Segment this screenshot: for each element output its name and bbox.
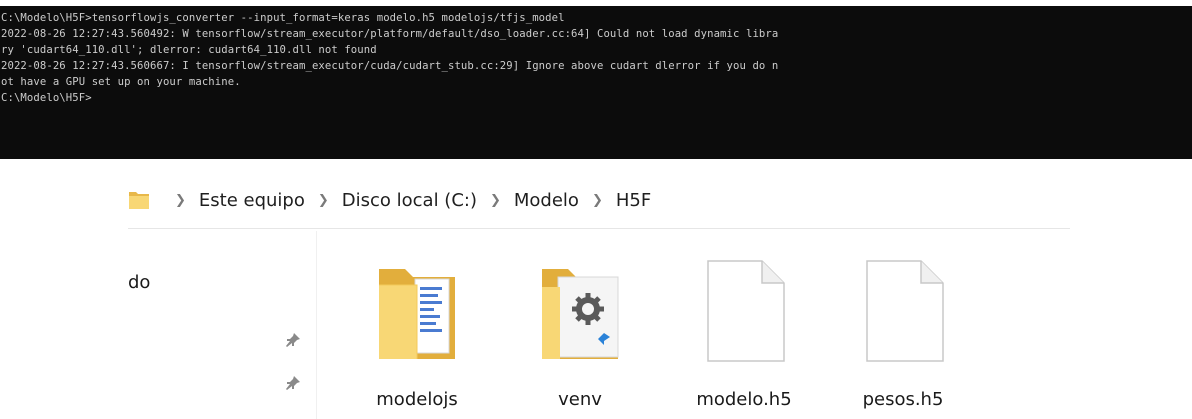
address-bar-divider — [128, 228, 1070, 229]
file-explorer-window: ❯ Este equipo ❯ Disco local (C:) ❯ Model… — [0, 159, 1192, 419]
command-prompt-window[interactable]: C:\Modelo\H5F>tensorflowjs_converter --i… — [0, 6, 1192, 159]
nav-pane-item-label[interactable]: do — [128, 272, 150, 293]
terminal-line: ry 'cudart64_110.dll'; dlerror: cudart64… — [1, 44, 377, 57]
file-name-label: pesos.h5 — [862, 389, 944, 410]
folder-settings-icon — [542, 269, 619, 359]
terminal-line: ot have a GPU set up on your machine. — [1, 76, 241, 89]
breadcrumb-disco-local[interactable]: Disco local (C:) — [340, 188, 479, 213]
file-item-modelo-h5[interactable]: modelo.h5 — [684, 251, 804, 419]
terminal-line: 2022-08-26 12:27:43.560492: W tensorflow… — [1, 28, 779, 41]
chevron-right-icon: ❯ — [175, 192, 186, 208]
pin-icon[interactable] — [284, 331, 302, 349]
cropped-page-text — [0, 0, 1192, 5]
file-item-pesos-h5[interactable]: pesos.h5 — [843, 251, 963, 419]
file-name-label: venv — [558, 389, 602, 410]
file-item-venv[interactable]: venv — [520, 251, 640, 419]
terminal-line: C:\Modelo\H5F>tensorflowjs_converter --i… — [1, 12, 565, 24]
folder-icon — [379, 269, 455, 359]
file-name-label: modelojs — [376, 389, 458, 410]
file-item-modelojs[interactable]: modelojs — [357, 251, 477, 419]
breadcrumb: ❯ Este equipo ❯ Disco local (C:) ❯ Model… — [128, 185, 653, 215]
chevron-right-icon[interactable]: ❯ — [490, 193, 501, 208]
breadcrumb-este-equipo[interactable]: Este equipo — [197, 188, 307, 213]
chevron-right-icon[interactable]: ❯ — [592, 193, 603, 208]
terminal-prompt[interactable]: C:\Modelo\H5F> — [0, 90, 1192, 106]
navigation-pane — [0, 231, 317, 419]
file-name-label: modelo.h5 — [696, 389, 792, 410]
pin-icon[interactable] — [284, 374, 302, 392]
chevron-right-icon[interactable]: ❯ — [318, 193, 329, 208]
file-icon — [866, 260, 944, 362]
breadcrumb-h5f[interactable]: H5F — [614, 188, 653, 213]
file-icon — [707, 260, 785, 362]
breadcrumb-modelo[interactable]: Modelo — [512, 188, 581, 213]
terminal-line: 2022-08-26 12:27:43.560667: I tensorflow… — [1, 60, 779, 73]
folder-icon — [129, 192, 149, 209]
